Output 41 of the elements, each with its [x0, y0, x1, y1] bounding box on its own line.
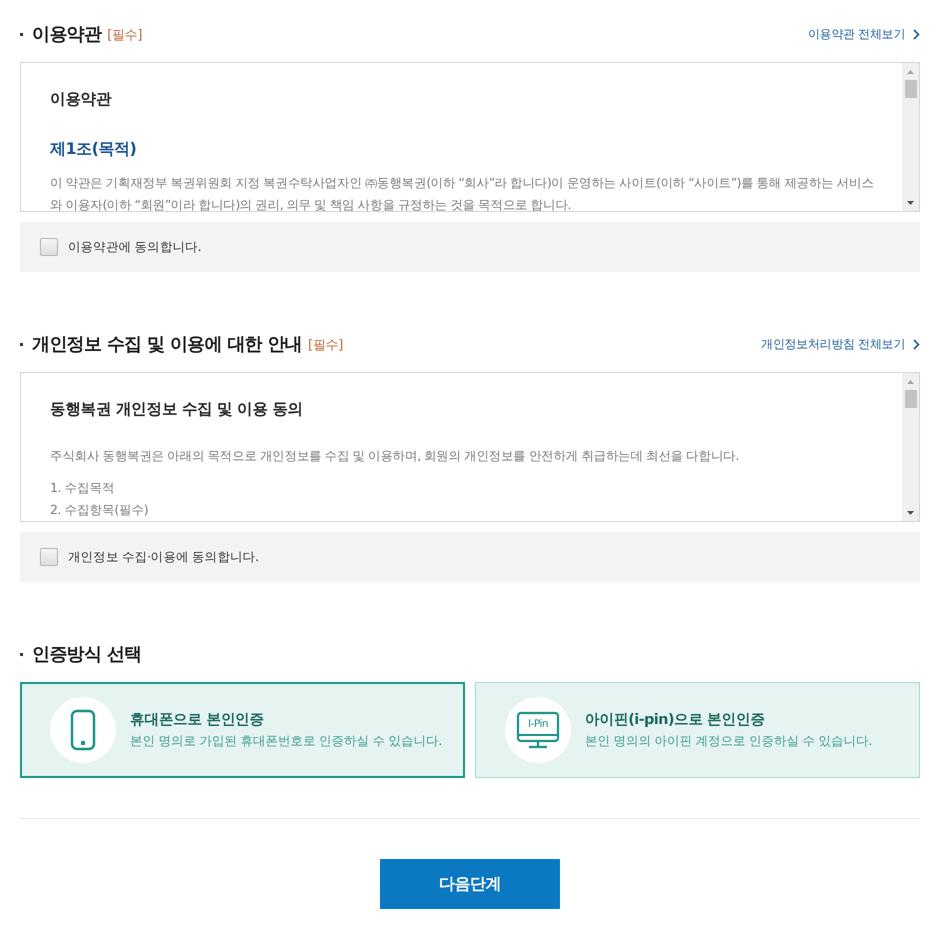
checkbox[interactable]	[40, 548, 58, 566]
checkbox[interactable]	[40, 238, 58, 256]
view-all-link[interactable]: 개인정보처리방침 전체보기	[761, 336, 920, 352]
view-all-link[interactable]: 이용약관 전체보기	[808, 26, 920, 42]
required-tag: [필수]	[107, 26, 142, 44]
document-heading: 동행복권 개인정보 수집 및 이용 동의	[50, 399, 304, 420]
document-paragraph: 주식회사 동행복권은 아래의 목적으로 개인정보를 수집 및 이용하며, 회원의 개인정보를 안전하게 취급하는데 최선을 다합니다.	[50, 447, 740, 465]
document-heading: 이용약관	[50, 89, 112, 110]
scroll-down-icon[interactable]	[907, 201, 914, 205]
option-description: 본인 명의로 가입된 휴대폰번호로 인증하실 수 있습니다.	[130, 732, 442, 750]
scrollbar-thumb[interactable]	[904, 390, 916, 408]
bullet-icon	[20, 652, 23, 656]
verification-option-card[interactable]: I-Pin 아이핀(i-pin)으로 본인인증 본인 명의의 아이핀 계정으로 인증하실 수 있습니다.	[475, 682, 920, 778]
scrollbar-track[interactable]	[902, 63, 919, 211]
scrollbar-thumb[interactable]	[904, 80, 916, 98]
section-title: 개인정보 수집 및 이용에 대한 안내	[32, 333, 302, 356]
required-tag: [필수]	[308, 336, 343, 354]
chevron-icon	[913, 338, 920, 350]
bullet-icon	[20, 32, 23, 36]
option-title: 아이핀(i-pin)으로 본인인증	[585, 711, 766, 730]
bullet-icon	[20, 342, 23, 346]
document-list-item: 1. 수집목적	[50, 479, 116, 497]
agreement-label: 이용약관에 동의합니다.	[68, 238, 202, 256]
scrollbar-track[interactable]	[902, 373, 919, 521]
article-heading: 제1조(목적)	[50, 138, 138, 160]
document-list-item: 2. 수집항목(필수)	[50, 501, 150, 519]
agreement-label: 개인정보 수집·이용에 동의합니다.	[68, 548, 259, 566]
next-step-button[interactable]: 다음단계	[380, 859, 560, 909]
section-title: 인증방식 선택	[32, 643, 142, 666]
verification-option-card[interactable]: 휴대폰으로 본인인증 본인 명의로 가입된 휴대폰번호로 인증하실 수 있습니다.	[20, 682, 465, 778]
phone-icon	[50, 697, 116, 763]
scroll-up-icon[interactable]	[907, 70, 914, 74]
chevron-icon	[913, 28, 920, 40]
section-title: 이용약관	[32, 23, 102, 46]
icon-label: I-Pin	[526, 717, 550, 732]
option-description: 본인 명의의 아이핀 계정으로 인증하실 수 있습니다.	[585, 732, 872, 750]
monitor-icon	[505, 697, 571, 763]
scroll-down-icon[interactable]	[907, 511, 914, 515]
scroll-up-icon[interactable]	[907, 380, 914, 384]
document-paragraph: 이 약관은 기획재정부 복권위원회 지정 복권수탁사업자인 ㈜동행복권(이하 “회사”라 합니다)이 운영하는 사이트(이하 “사이트”)를 통해 제공하는 서비스와 이용자(이하 “회원”이라 합니다)의 권리, 의무 및 책임 사항을 규정하는 것을 목적으로 합니다.	[50, 174, 875, 211]
option-title: 휴대폰으로 본인인증	[130, 711, 266, 730]
